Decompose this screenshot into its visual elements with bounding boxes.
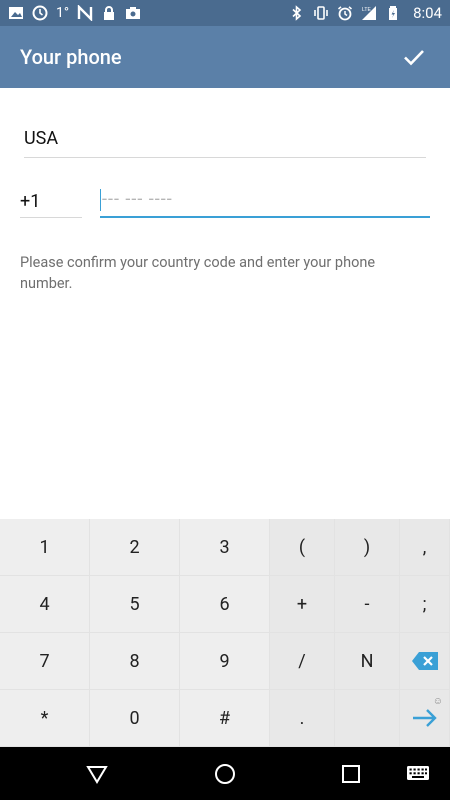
key-comma[interactable]: ,	[400, 519, 450, 576]
instruction-text: Please confirm your country code and ent…	[20, 254, 376, 292]
key-8[interactable]: 8	[90, 633, 180, 690]
country-code-text: +1	[20, 191, 41, 212]
keyboard-icon	[407, 766, 429, 780]
page-title: Your phone	[20, 45, 122, 69]
check-icon	[404, 50, 424, 66]
enter-key[interactable]: ☺	[400, 690, 450, 747]
key-semicolon[interactable]: ;	[400, 576, 450, 633]
back-button[interactable]	[84, 761, 110, 787]
key-6[interactable]: 6	[180, 576, 270, 633]
signal-lte-icon: LTE	[361, 5, 377, 21]
key-1[interactable]: 1	[0, 519, 90, 576]
key-5[interactable]: 5	[90, 576, 180, 633]
image-icon	[8, 5, 24, 21]
key-0[interactable]: 0	[90, 690, 180, 747]
country-code-field[interactable]: +1	[20, 182, 82, 218]
key-7[interactable]: 7	[0, 633, 90, 690]
n-icon	[77, 5, 93, 21]
country-name: USA	[24, 128, 59, 149]
key-hash[interactable]: #	[180, 690, 270, 747]
home-button[interactable]	[212, 761, 238, 787]
key-3[interactable]: 3	[180, 519, 270, 576]
battery-icon	[385, 5, 401, 21]
recents-icon	[342, 765, 360, 783]
key-9[interactable]: 9	[180, 633, 270, 690]
status-bar: 1° LTE 8:04	[0, 0, 450, 26]
key-asterisk[interactable]: *	[0, 690, 90, 747]
alarm-icon	[337, 5, 353, 21]
phone-number-input[interactable]	[100, 182, 430, 218]
home-icon	[215, 764, 235, 784]
key-2[interactable]: 2	[90, 519, 180, 576]
back-icon	[86, 766, 108, 784]
keyboard-switch-button[interactable]	[405, 761, 431, 787]
recents-button[interactable]	[338, 761, 364, 787]
key-n[interactable]: N	[335, 633, 400, 690]
backspace-icon	[411, 652, 438, 670]
backspace-key[interactable]	[400, 633, 450, 690]
emoji-icon: ☺	[432, 696, 443, 707]
status-time: 8:04	[413, 4, 442, 22]
key-slash[interactable]: /	[270, 633, 335, 690]
done-button[interactable]	[396, 39, 432, 75]
svg-text:LTE: LTE	[362, 7, 371, 13]
camera-icon	[125, 5, 141, 21]
vibrate-icon	[313, 5, 329, 21]
key-blank	[335, 690, 400, 747]
bluetooth-icon	[289, 5, 305, 21]
key-close-paren[interactable]: )	[335, 519, 400, 576]
text-cursor	[100, 189, 101, 211]
key-period[interactable]: .	[270, 690, 335, 747]
key-open-paren[interactable]: (	[270, 519, 335, 576]
key-4[interactable]: 4	[0, 576, 90, 633]
temperature-text: 1°	[56, 5, 70, 21]
navigation-bar	[0, 747, 450, 800]
clock-icon	[32, 5, 48, 21]
app-bar: Your phone	[0, 26, 450, 88]
lock-icon	[101, 5, 117, 21]
country-selector[interactable]: USA	[24, 118, 426, 158]
key-minus[interactable]: -	[335, 576, 400, 633]
key-plus[interactable]: +	[270, 576, 335, 633]
numeric-keyboard: 1 2 3 ( ) , 4 5 6 + - ; 7 8 9 / N * 0 # …	[0, 519, 450, 747]
enter-icon	[412, 709, 437, 727]
